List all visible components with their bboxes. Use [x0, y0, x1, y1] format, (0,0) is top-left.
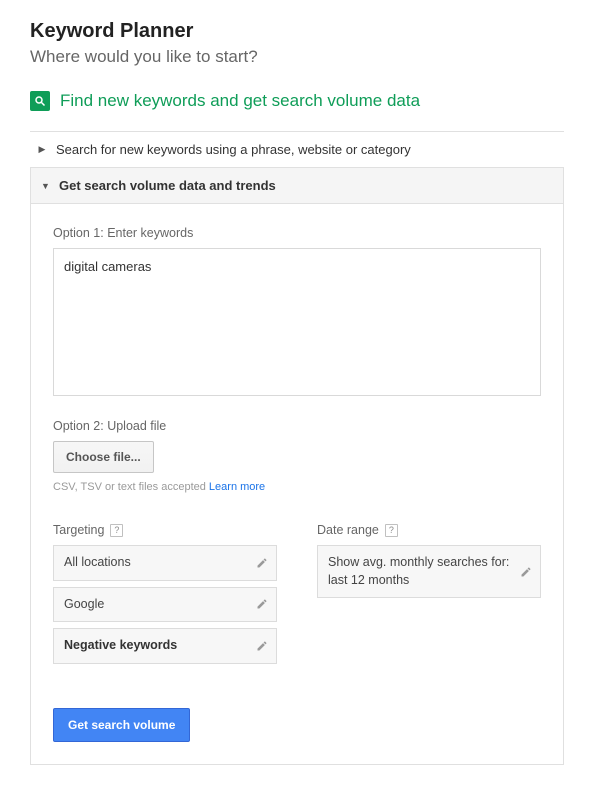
choose-file-button[interactable]: Choose file...: [53, 441, 154, 473]
pencil-icon: [256, 598, 268, 610]
accordion-search-keywords[interactable]: ▶ Search for new keywords using a phrase…: [30, 132, 564, 167]
option1-label: Option 1: Enter keywords: [53, 226, 541, 240]
magnifier-icon: [30, 91, 50, 111]
accordion-label: Get search volume data and trends: [59, 178, 276, 193]
targeting-negative-keywords[interactable]: Negative keywords: [53, 628, 277, 664]
option2-label: Option 2: Upload file: [53, 419, 541, 433]
learn-more-link[interactable]: Learn more: [209, 481, 265, 493]
pencil-icon: [256, 557, 268, 569]
page-title: Keyword Planner: [30, 20, 564, 43]
pencil-icon: [256, 640, 268, 652]
accordion-body: Option 1: Enter keywords Option 2: Uploa…: [30, 204, 564, 765]
date-range-field[interactable]: Show avg. monthly searches for: last 12 …: [317, 545, 541, 598]
accordion-label: Search for new keywords using a phrase, …: [56, 142, 411, 157]
help-icon[interactable]: ?: [385, 524, 398, 537]
chevron-down-icon: ▼: [41, 181, 49, 191]
section-heading: Find new keywords and get search volume …: [30, 91, 564, 111]
help-icon[interactable]: ?: [110, 524, 123, 537]
targeting-locations[interactable]: All locations: [53, 545, 277, 581]
accordion-volume-trends[interactable]: ▼ Get search volume data and trends: [30, 167, 564, 204]
get-search-volume-button[interactable]: Get search volume: [53, 708, 190, 742]
targeting-network[interactable]: Google: [53, 587, 277, 623]
keywords-input[interactable]: [53, 248, 541, 396]
section-heading-text: Find new keywords and get search volume …: [60, 91, 420, 111]
targeting-label: Targeting: [53, 523, 104, 537]
pencil-icon: [520, 566, 532, 578]
page-subtitle: Where would you like to start?: [30, 47, 564, 67]
file-help-text: CSV, TSV or text files accepted Learn mo…: [53, 481, 541, 493]
chevron-right-icon: ▶: [38, 144, 46, 155]
date-range-label: Date range: [317, 523, 379, 537]
